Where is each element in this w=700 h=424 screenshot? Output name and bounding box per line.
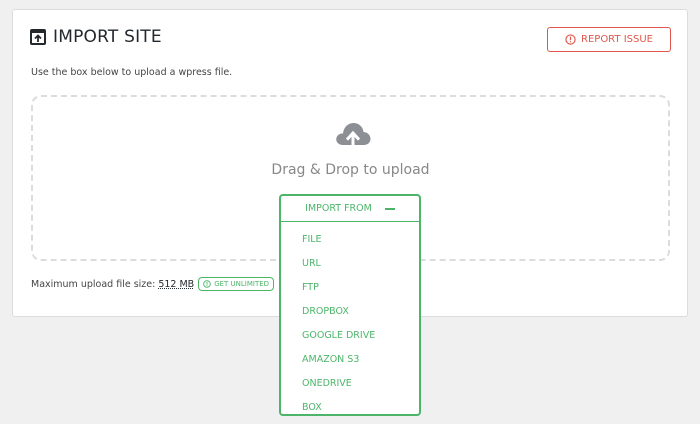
import-source-box[interactable]: BOX [281,395,419,419]
page-title: IMPORT SITE [29,27,162,47]
report-issue-button[interactable]: REPORT ISSUE [547,27,671,52]
minus-icon [384,207,395,210]
import-source-url[interactable]: URL [281,251,419,275]
import-source-amazon-s3[interactable]: AMAZON S3 [281,347,419,371]
import-source-ftp[interactable]: FTP [281,275,419,299]
import-source-file[interactable]: FILE [281,227,419,251]
get-unlimited-button[interactable]: GET UNLIMITED [198,277,275,291]
cloud-upload-icon [336,123,371,150]
upload-instructions: Use the box below to upload a wpress fil… [31,67,233,78]
import-source-onedrive[interactable]: ONEDRIVE [281,371,419,395]
import-from-dropdown: IMPORT FROM FILE URL FTP DROPBOX GOOGLE … [279,194,421,416]
import-from-label: IMPORT FROM [305,203,372,214]
upload-limit-value: 512 MB [158,278,195,290]
import-source-dropbox[interactable]: DROPBOX [281,299,419,323]
import-source-google-drive[interactable]: GOOGLE DRIVE [281,323,419,347]
alert-circle-icon [565,34,576,45]
import-source-list: FILE URL FTP DROPBOX GOOGLE DRIVE AMAZON… [281,222,419,419]
alert-circle-icon [203,280,211,288]
report-issue-label: REPORT ISSUE [581,34,653,45]
upload-limit-label: Maximum upload file size: [31,278,156,290]
import-from-toggle[interactable]: IMPORT FROM [281,196,419,222]
drag-drop-text: Drag & Drop to upload [271,162,430,178]
get-unlimited-label: GET UNLIMITED [214,280,270,288]
import-box-arrow-icon [30,29,46,45]
upload-limit: Maximum upload file size: 512 MB GET UNL… [31,277,275,291]
page-title-text: IMPORT SITE [53,27,162,47]
